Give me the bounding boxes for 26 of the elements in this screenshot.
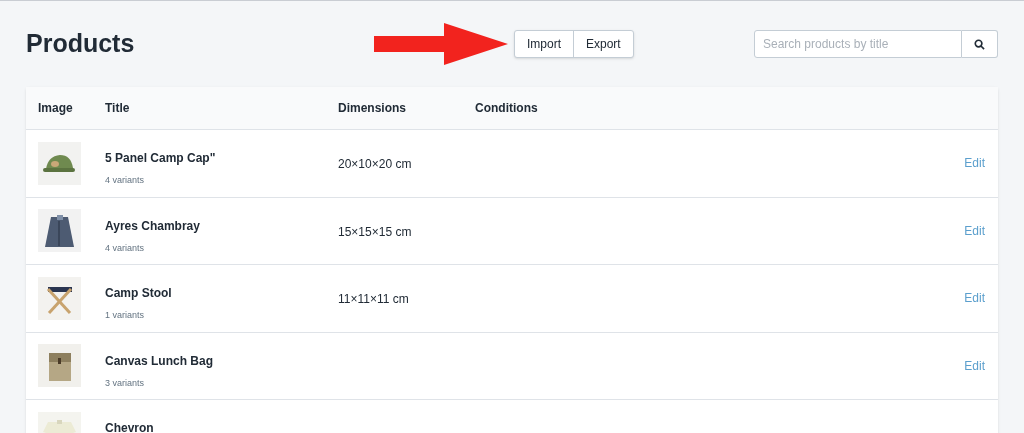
edit-link[interactable]: Edit: [964, 221, 985, 240]
search-field[interactable]: Search products by title: [754, 30, 962, 58]
variant-count: 3 variants: [105, 376, 146, 390]
edit-link[interactable]: Edit: [964, 154, 985, 173]
dimensions-text: 11×11×11 cm: [338, 292, 409, 307]
column-header: Title: [105, 100, 131, 117]
column-header: Dimensions: [338, 100, 407, 117]
product-title: Chevron: [105, 420, 155, 433]
action-button[interactable]: Export: [573, 31, 633, 57]
variant-count: 4 variants: [105, 174, 146, 187]
page-title: Products: [26, 28, 136, 60]
dimensions-text: 15×15×15 cm: [338, 224, 412, 239]
action-button[interactable]: Import: [515, 31, 573, 57]
dimensions-text: 20×10×20 cm: [338, 157, 412, 172]
product-title: Ayres Chambray: [105, 217, 201, 235]
column-header: Conditions: [475, 100, 538, 117]
product-title: 5 Panel Camp Cap": [105, 150, 217, 167]
search-button[interactable]: [962, 30, 998, 58]
edit-link[interactable]: Edit: [964, 289, 985, 308]
edit-link[interactable]: Edit: [964, 356, 985, 375]
column-header: Image: [37, 100, 74, 117]
product-title: Canvas Lunch Bag: [105, 352, 215, 370]
variant-count: 4 variants: [105, 241, 146, 255]
search-icon: [974, 38, 985, 50]
product-title: Camp Stool: [105, 285, 173, 302]
variant-count: 1 variants: [105, 309, 146, 322]
